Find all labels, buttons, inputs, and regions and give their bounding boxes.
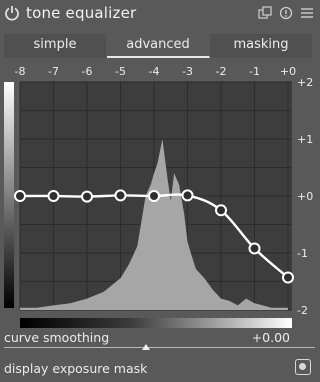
luminance-gradient-bar (4, 82, 14, 308)
power-icon[interactable] (4, 5, 20, 21)
curve-node[interactable] (14, 190, 26, 202)
curve-node[interactable] (248, 242, 261, 255)
exposure-mask-label: display exposure mask (4, 361, 148, 376)
x-tick-label: -7 (48, 65, 59, 78)
y-tick-label: -1 (297, 247, 308, 260)
curve-node[interactable] (47, 190, 60, 202)
presets-icon[interactable] (258, 6, 272, 20)
x-tick-label: -5 (115, 65, 126, 78)
x-tick-label: -4 (149, 65, 160, 78)
y-tick-label: +2 (297, 76, 313, 89)
y-tick-label: -2 (297, 304, 308, 316)
header-icons (258, 6, 314, 20)
curve-node[interactable] (282, 271, 294, 284)
x-tick-label: +0 (280, 65, 296, 78)
exposure-mask-row[interactable]: display exposure mask (0, 354, 320, 382)
x-tick-label: -6 (82, 65, 93, 78)
module-title: tone equalizer (26, 4, 137, 22)
curve-smoothing-track[interactable] (4, 347, 315, 348)
y-tick-label: +1 (297, 133, 313, 146)
menu-icon[interactable] (300, 6, 314, 20)
tab-simple[interactable]: simple (4, 34, 107, 58)
x-tick-label: -8 (15, 65, 26, 78)
curve-node[interactable] (215, 204, 227, 217)
x-tick-label: -2 (216, 65, 227, 78)
curve-node[interactable] (81, 190, 93, 203)
module-header: tone equalizer (0, 0, 320, 28)
x-tick-label: -3 (182, 65, 193, 78)
tab-masking[interactable]: masking (210, 34, 313, 58)
curve-smoothing-value[interactable]: +0.00 (252, 330, 290, 345)
curve-node[interactable] (148, 190, 160, 202)
curve-smoothing-marker[interactable] (142, 344, 150, 350)
curve-smoothing-label: curve smoothing (4, 330, 110, 345)
tab-bar: simple advanced masking (4, 34, 313, 58)
curve-smoothing-slider[interactable] (20, 318, 292, 328)
exposure-mask-toggle[interactable] (295, 359, 311, 375)
curve-node[interactable] (114, 189, 127, 202)
curve-node[interactable] (181, 189, 194, 202)
equalizer-graph[interactable]: -8 -7 -6 -5 -4 -3 -2 -1 +0 +2 +1 +0 -1 -2 (0, 60, 320, 316)
x-tick-label: -1 (249, 65, 260, 78)
reset-icon[interactable] (279, 6, 293, 20)
y-tick-label: +0 (297, 190, 313, 203)
tab-advanced[interactable]: advanced (107, 34, 210, 58)
